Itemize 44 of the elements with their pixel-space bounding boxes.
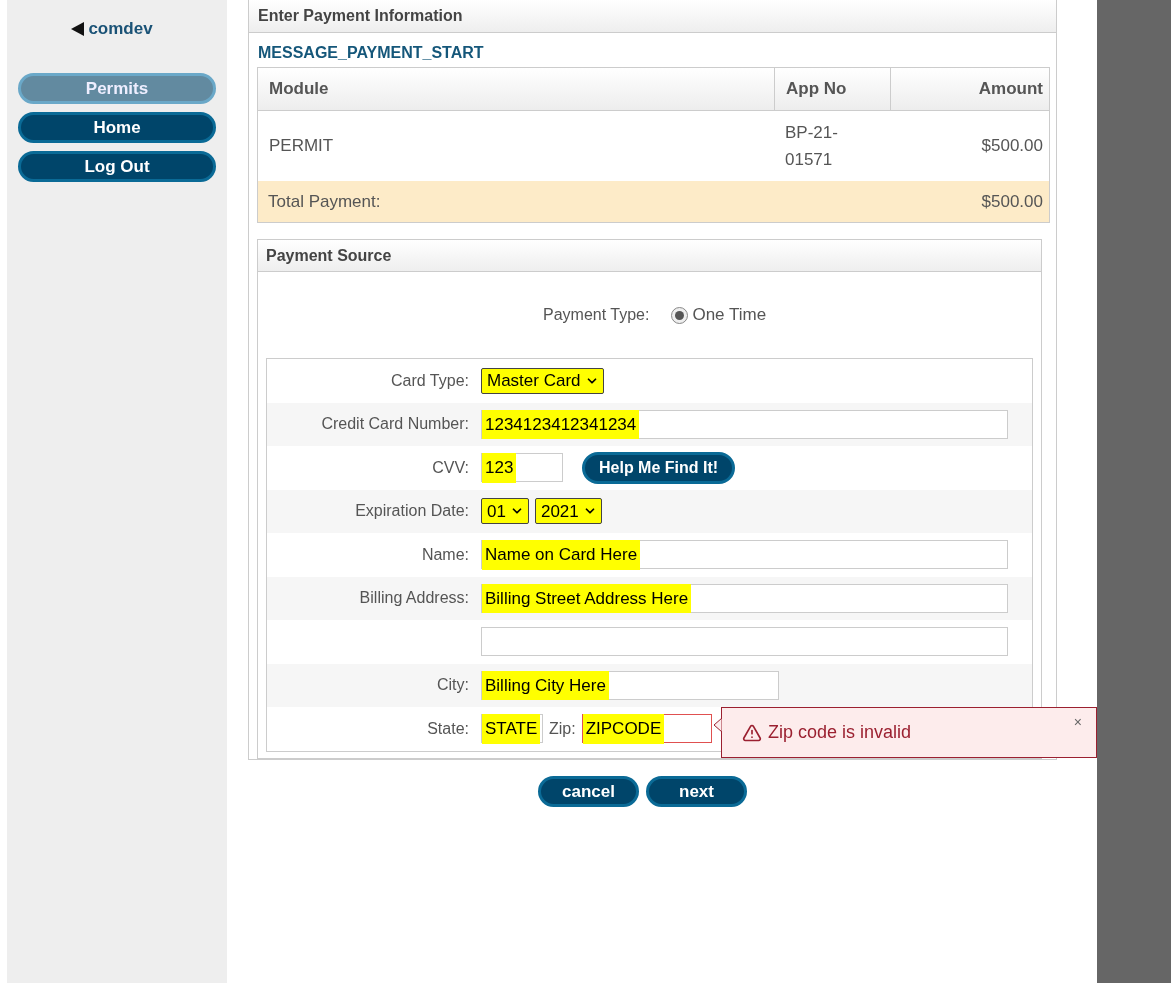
warning-icon (742, 722, 762, 743)
field-label: Credit Card Number: (321, 414, 469, 435)
table-cell-text: $500.00 (981, 135, 1043, 158)
field-label: CVV: (432, 457, 469, 478)
message-heading: MESSAGE_PAYMENT_START (258, 43, 485, 63)
select-field[interactable]: Master Card (481, 367, 604, 394)
section-title: Payment Source (266, 245, 392, 266)
text-field[interactable]: Billing City Here (481, 670, 779, 700)
column-header: Module (269, 78, 329, 101)
text-field[interactable]: Name on Card Here (481, 540, 1008, 570)
text-field[interactable]: 123 (481, 453, 563, 483)
text-field[interactable]: 1234123412341234 (481, 409, 1008, 439)
nav-button[interactable]: Log Out (18, 150, 216, 182)
field-label: Expiration Date: (355, 501, 469, 522)
close-button[interactable]: × (1073, 712, 1082, 733)
text-field[interactable]: STATE (481, 714, 543, 744)
error-message: Zip code is invalid (768, 721, 912, 744)
field-label: Payment Type: (543, 305, 650, 325)
next-button[interactable]: next (646, 776, 747, 807)
table-cell-text: PERMIT (269, 135, 334, 158)
text-field[interactable]: Billing Street Address Here (481, 583, 1008, 613)
back-link[interactable]: comdev (88, 16, 153, 42)
column-header: Amount (978, 78, 1043, 101)
text-field[interactable] (481, 627, 1008, 657)
total-label: Total Payment: (268, 190, 381, 213)
nav-button[interactable]: Home (18, 111, 216, 143)
field-label: Billing Address: (359, 588, 469, 609)
field-label: Card Type: (391, 370, 469, 391)
column-header: App No (786, 78, 847, 101)
select-field[interactable]: 2021 (534, 498, 602, 525)
radio-button[interactable] (671, 306, 689, 324)
field-label: Zip: (549, 718, 576, 739)
table-cell-text: BP-21-01571 (785, 122, 839, 171)
cancel-button[interactable]: cancel (538, 776, 639, 807)
field-label: Name: (421, 544, 469, 565)
field-label: State: (427, 718, 469, 739)
select-field[interactable]: 01 (481, 498, 529, 525)
total-amount: $500.00 (981, 190, 1043, 213)
field-label: City: (437, 675, 469, 696)
back-arrow-icon (71, 21, 86, 36)
panel-title: Enter Payment Information (258, 6, 463, 26)
help-button[interactable]: Help Me Find It! (582, 451, 736, 484)
text-field[interactable]: ZIPCODE (581, 714, 712, 744)
radio-label: One Time (692, 304, 767, 327)
